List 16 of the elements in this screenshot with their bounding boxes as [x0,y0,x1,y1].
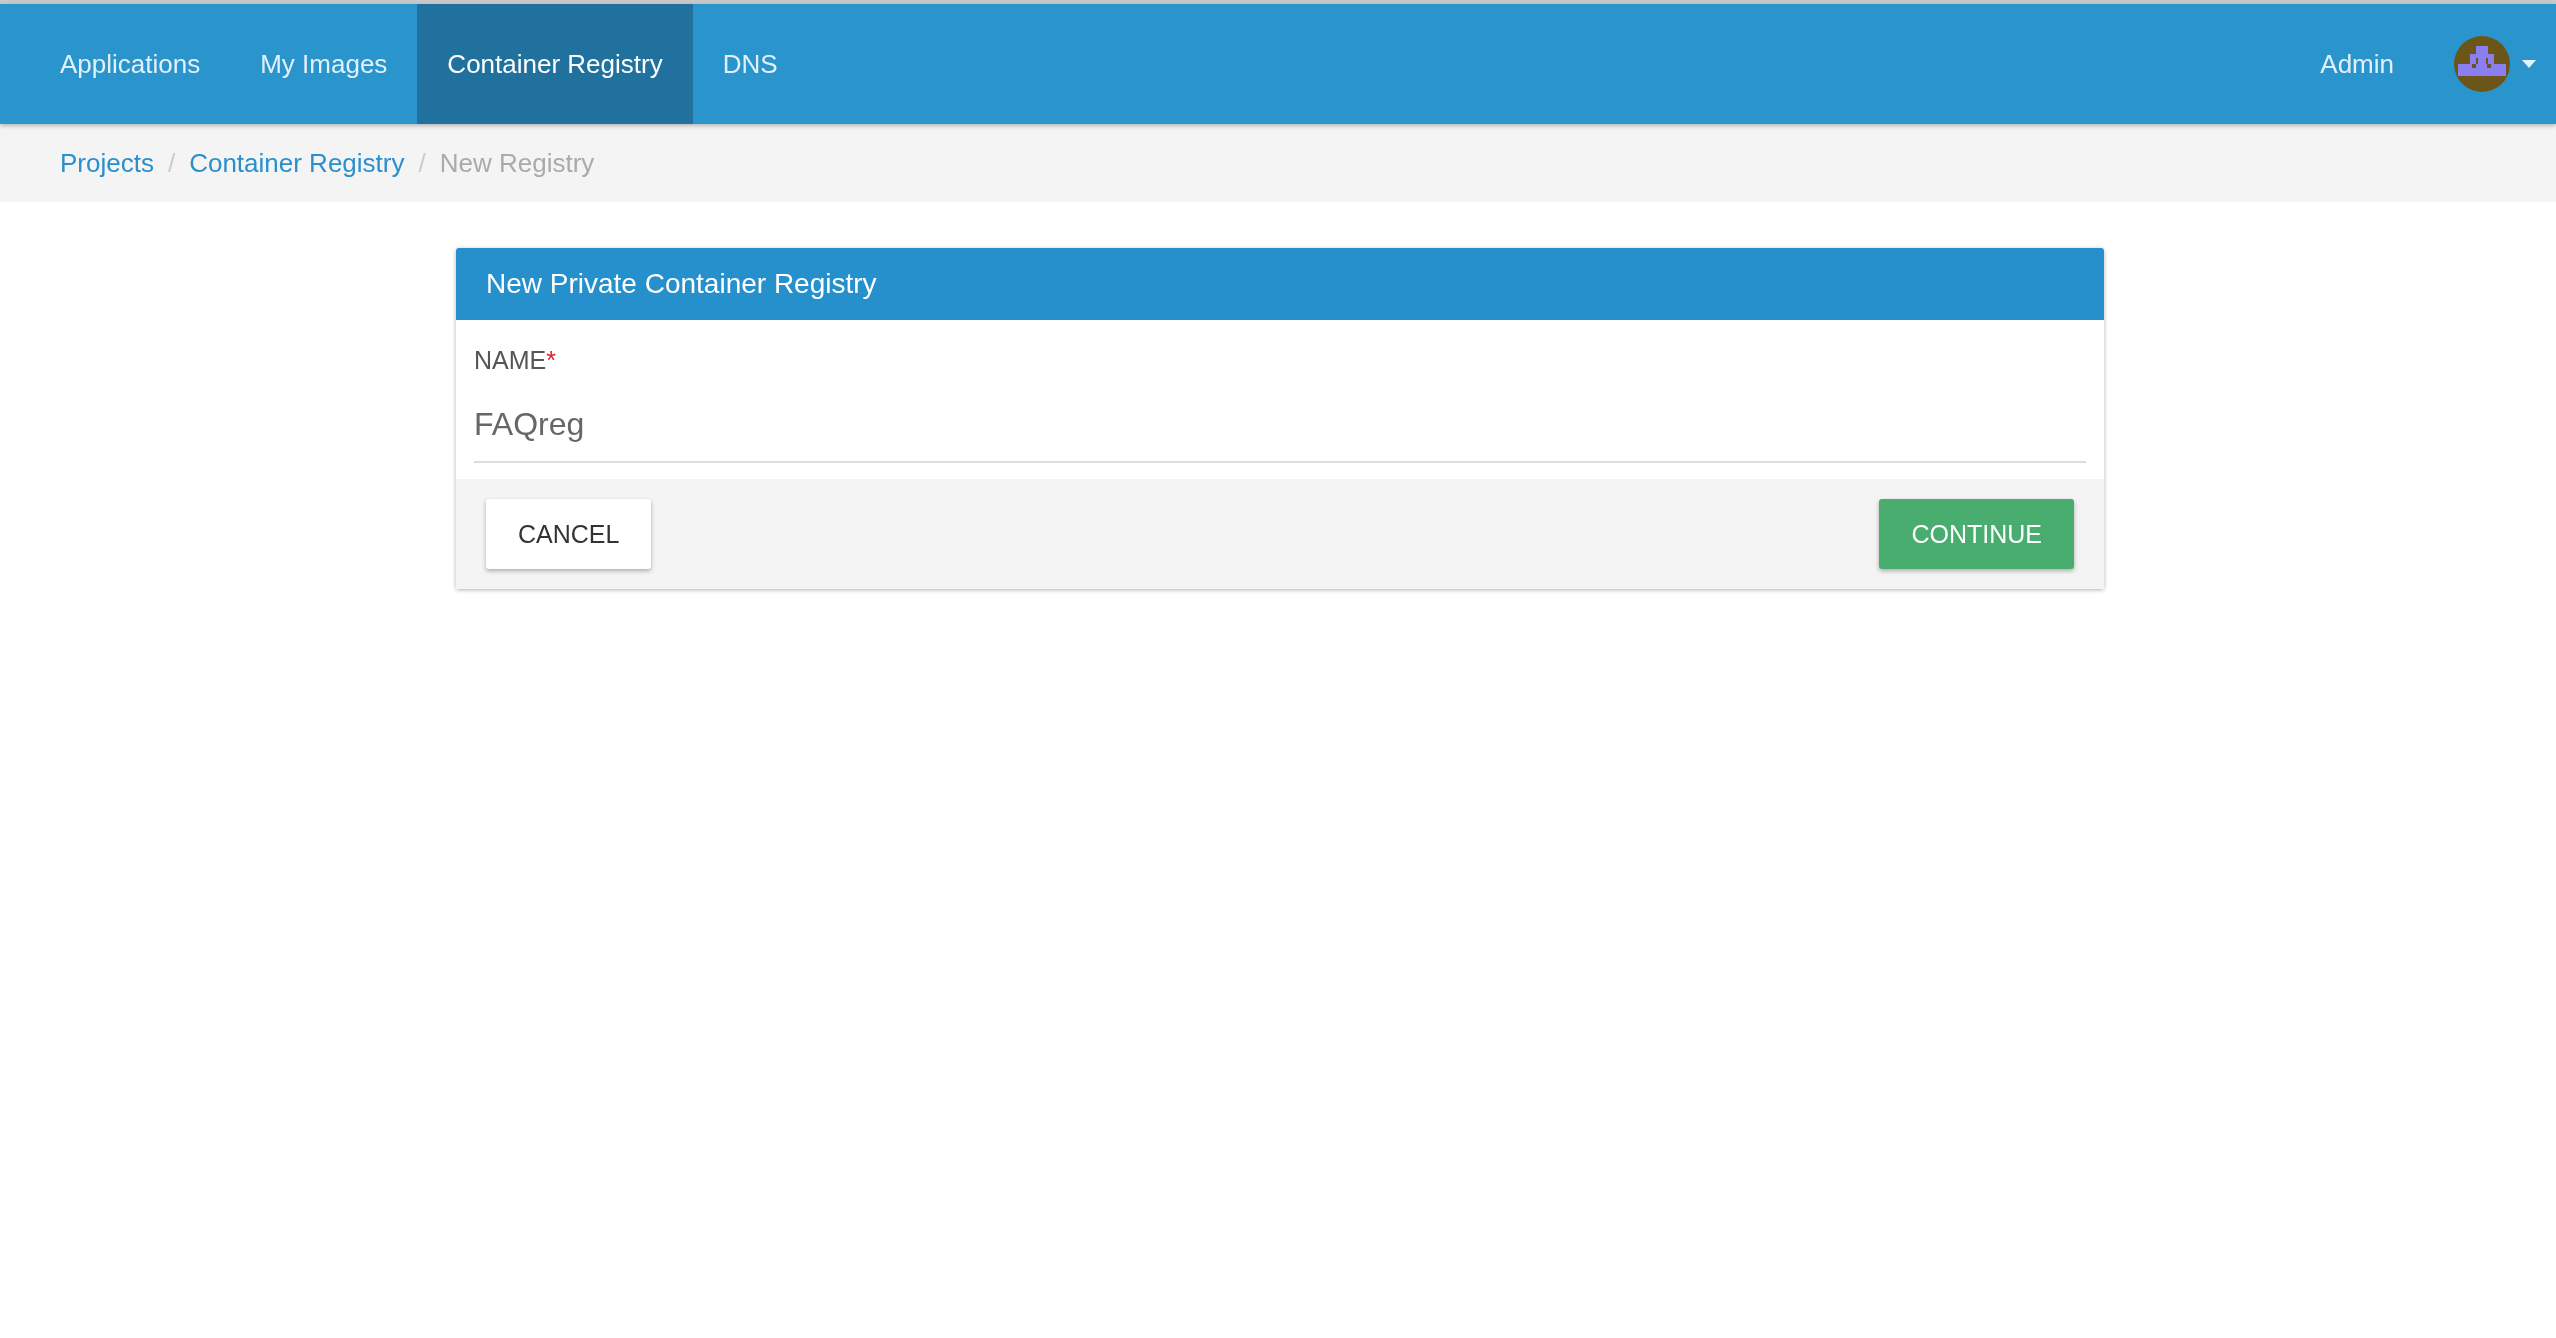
cancel-button[interactable]: CANCEL [486,499,652,570]
user-name[interactable]: Admin [2320,48,2394,80]
dialog-title: New Private Container Registry [456,248,2104,320]
caret-icon[interactable] [2522,60,2536,68]
breadcrumb-current: New Registry [439,147,595,179]
continue-button[interactable]: CONTINUE [1879,499,2074,570]
breadcrumb-link[interactable]: Projects [60,147,154,179]
avatar-icon[interactable] [2454,36,2510,92]
nav-tab[interactable]: Applications [30,4,231,124]
breadcrumb-link[interactable]: Container Registry [189,147,405,179]
breadcrumb-separator: / [167,147,176,179]
field-label: NAME* [474,346,556,375]
breadcrumb-separator: / [418,147,426,179]
nav-tab[interactable]: My Images [230,4,418,124]
nav-tab[interactable]: Container Registry [417,4,693,124]
nav-tab[interactable]: DNS [692,4,808,124]
